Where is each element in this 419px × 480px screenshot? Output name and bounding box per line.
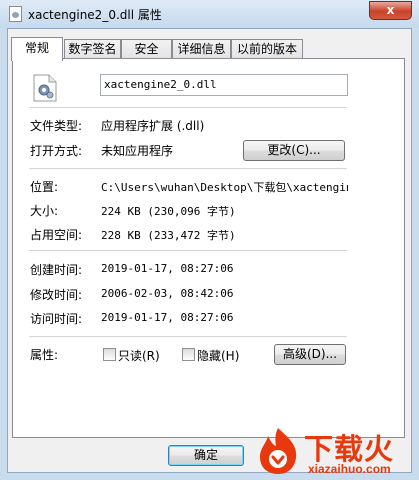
accessed-value: 2019-01-17, 08:27:06 <box>101 311 234 324</box>
tab-previous-versions[interactable]: 以前的版本 <box>231 39 303 59</box>
location-label: 位置: <box>30 180 59 194</box>
flame-logo-icon <box>260 428 297 474</box>
size-label: 大小: <box>30 204 59 218</box>
opens-with-label: 打开方式: <box>30 144 83 158</box>
created-value: 2019-01-17, 08:27:06 <box>101 262 234 275</box>
created-label: 创建时间: <box>30 263 83 277</box>
location-value: C:\Users\wuhan\Desktop\下载包\xactengine2 <box>101 181 348 194</box>
separator <box>29 168 347 170</box>
readonly-label[interactable]: 只读(R) <box>118 347 160 364</box>
size-on-disk-value: 228 KB (233,472 字节) <box>101 229 236 242</box>
attributes-label: 属性: <box>30 348 59 362</box>
tab-details[interactable]: 详细信息 <box>172 39 231 59</box>
title-bar[interactable]: xactengine2_0.dll 属性 x <box>0 0 419 28</box>
window-title: xactengine2_0.dll 属性 <box>28 8 162 22</box>
hidden-checkbox[interactable] <box>182 348 195 361</box>
file-icon-small <box>9 6 22 22</box>
watermark-logo: 下载火 xiazaihuo.com <box>248 424 419 480</box>
separator <box>29 250 347 252</box>
separator <box>29 336 347 338</box>
size-value: 224 KB (230,096 字节) <box>101 205 236 218</box>
accessed-label: 访问时间: <box>30 312 83 326</box>
ok-button[interactable]: 确定 <box>168 445 244 466</box>
tab-digital-signatures[interactable]: 数字签名 <box>64 39 121 59</box>
advanced-button[interactable]: 高级(D)... <box>274 344 346 365</box>
file-name-input[interactable]: xactengine2_0.dll <box>100 74 348 96</box>
file-type-value: 应用程序扩展 (.dll) <box>101 119 205 133</box>
modified-value: 2006-02-03, 08:42:06 <box>101 287 234 300</box>
file-type-label: 文件类型: <box>30 119 83 133</box>
watermark-url: xiazaihuo.com <box>308 462 391 476</box>
separator <box>29 107 347 109</box>
modified-label: 修改时间: <box>30 288 83 302</box>
close-button[interactable]: x <box>369 1 412 20</box>
readonly-checkbox[interactable] <box>103 348 116 361</box>
tab-general[interactable]: 常规 <box>11 37 63 61</box>
dll-file-icon <box>33 74 57 102</box>
change-button[interactable]: 更改(C)... <box>243 140 345 161</box>
hidden-label[interactable]: 隐藏(H) <box>197 347 239 364</box>
tab-security[interactable]: 安全 <box>121 39 172 59</box>
opens-with-value: 未知应用程序 <box>101 144 174 158</box>
size-on-disk-label: 占用空间: <box>30 228 83 242</box>
tab-panel-general <box>12 58 405 438</box>
